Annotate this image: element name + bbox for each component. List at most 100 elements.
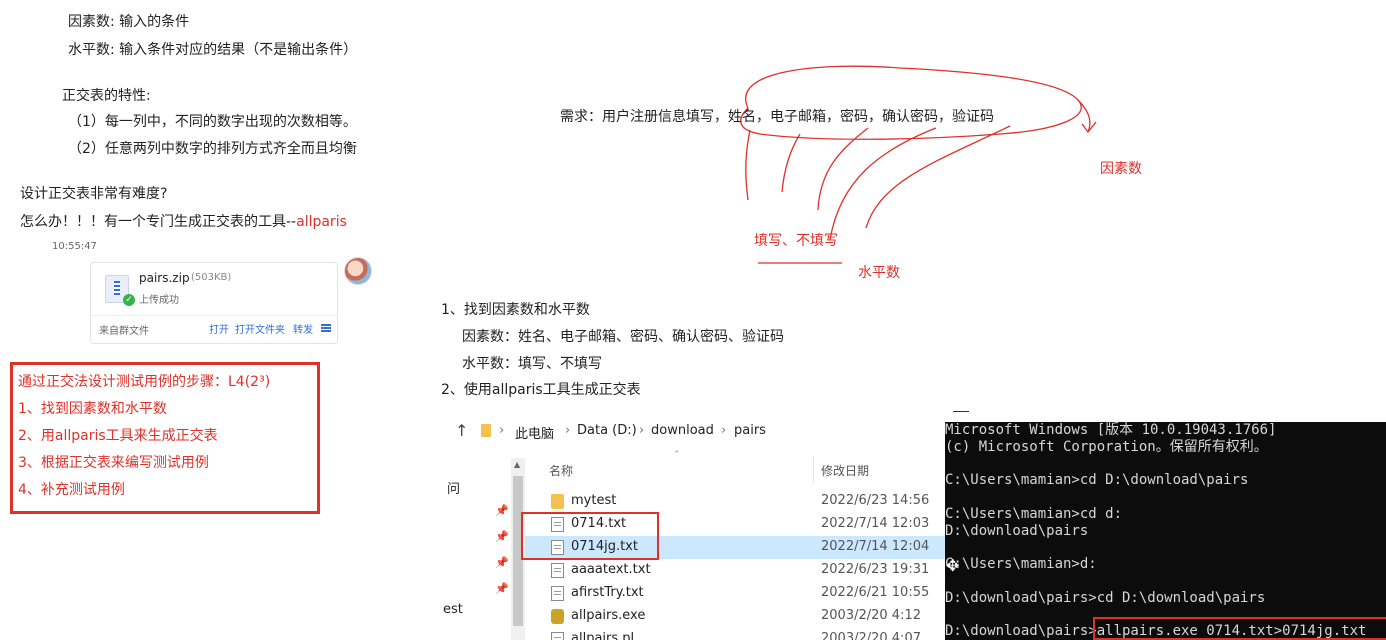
column-header-date[interactable]: 修改日期 [821,462,869,479]
step-item-3: 3、根据正交表来编写测试用例 [18,455,209,471]
terminal-window[interactable]: Microsoft Windows [版本 10.0.19043.1766] (… [945,422,1386,640]
folder-icon [481,424,491,437]
link-line-2 [781,133,801,193]
requirement-text: 需求：用户注册信息填写，姓名，电子邮箱，密码，确认密码，验证码 [560,109,994,125]
command-highlight-box [1093,617,1386,640]
nav-label-2[interactable]: est [443,602,463,617]
breadcrumb-pairs[interactable]: pairs [734,423,766,438]
step-item-2: 2、用allparis工具来生成正交表 [18,428,218,444]
terminal-line: D:\download\pairs [945,523,1089,539]
link-line-3 [817,127,869,211]
sort-caret-icon: ⌃ [673,450,681,460]
text-file-icon [551,632,564,640]
property-1: （1）每一列中，不同的数字出现的次数相等。 [68,114,357,130]
guide-levels: 水平数：填写、不填写 [462,356,602,372]
chevron-right-icon: › [639,423,645,438]
step-item-4: 4、补充测试用例 [18,482,125,498]
terminal-line: Microsoft Windows [版本 10.0.19043.1766] [945,422,1277,438]
folder-icon [551,494,564,509]
step-item-1: 1、找到因素数和水平数 [18,401,167,417]
open-link[interactable]: 打开 [209,321,229,336]
move-cursor-icon: ✥ [946,556,960,575]
terminal-line: C:\Users\mamian>cd D:\download\pairs [945,472,1249,488]
factor-line: 因素数: 输入的条件 [68,12,189,32]
highlight-box [521,512,659,560]
exe-file-icon [551,609,564,624]
file-date: 2022/6/23 19:31 [821,562,930,577]
avatar[interactable] [344,257,372,285]
text-file-icon [551,563,564,578]
chevron-right-icon: › [499,423,505,438]
tool-line: 怎么办！！！有一个专门生成正交表的工具--allparis [20,212,347,232]
terminal-line: C:\Users\mamian>d: [945,556,1097,572]
file-row[interactable]: aaaatext.txt 2022/6/23 19:31 [525,559,945,582]
tool-name: allparis [296,214,347,230]
file-row[interactable]: mytest 2022/6/23 14:56 [525,490,945,513]
breadcrumb-this-pc[interactable]: 此电脑 [515,423,554,442]
file-size: (503KB) [191,272,232,283]
level-label: 水平数: [68,42,115,58]
file-name: allpairs.exe [571,608,646,623]
file-row[interactable]: allpairs.pl 2003/2/20 4:07 [525,628,945,640]
pin-icon: 📌 [495,556,509,569]
chevron-right-icon: › [565,423,571,438]
breadcrumb-drive[interactable]: Data (D:) [577,423,637,438]
file-name: aaaatext.txt [571,562,651,577]
up-arrow-icon[interactable]: ↑ [455,421,468,440]
factor-value: 输入的条件 [119,14,190,30]
factor-label: 因素数: [68,14,115,30]
chat-timestamp: 10:55:47 [52,241,97,252]
column-separator [813,456,814,482]
pin-icon: 📌 [495,504,509,517]
text-file-icon [551,586,564,601]
level-tag: 水平数 [858,265,900,281]
file-source: 来自群文件 [99,326,149,337]
level-value: 输入条件对应的结果（不是输出条件） [119,42,358,58]
file-date: 2022/6/21 10:55 [821,585,930,600]
hard-question: 设计正交表非常有难度? [20,186,168,202]
file-explorer: ↑ › 此电脑 › Data (D:) › download › pairs 问… [443,412,945,640]
tool-line-prefix: 怎么办！！！有一个专门生成正交表的工具-- [20,214,297,230]
file-name: allpairs.pl [571,631,635,640]
level-line: 水平数: 输入条件对应的结果（不是输出条件） [68,40,357,60]
file-date: 2022/7/14 12:04 [821,539,930,554]
card-divider [91,315,337,316]
menu-icon[interactable] [321,324,331,332]
requirement-circle [740,65,1082,140]
column-header-name[interactable]: 名称 [549,462,573,479]
file-date: 2022/6/23 14:56 [821,493,930,508]
file-list: 名称 ⌃ 修改日期 mytest 2022/6/23 14:56 0714.tx… [521,450,945,640]
fill-tag: 填写、不填写 [754,233,838,249]
file-name: mytest [571,493,617,508]
scroll-up-icon[interactable]: ▲ [514,460,520,469]
pin-icon: 📌 [495,530,509,543]
file-date: 2003/2/20 4:12 [821,608,921,623]
link-line-5 [865,125,1011,229]
forward-link[interactable]: 转发 [293,321,313,336]
pin-icon: 📌 [495,582,509,595]
nav-label-1[interactable]: 问 [447,478,460,497]
props-title: 正交表的特性: [62,88,151,104]
property-2: （2）任意两列中数字的排列方式齐全而且均衡 [68,141,357,157]
check-icon: ✓ [123,294,135,306]
steps-title: 通过正交法设计测试用例的步骤：L4(2³) [18,374,271,390]
file-card[interactable]: ✓ pairs.zip (503KB) 上传成功 来自群文件 打开 打开文件夹 … [90,262,338,344]
file-row[interactable]: allpairs.exe 2003/2/20 4:12 [525,605,945,628]
guide-factors: 因素数：姓名、电子邮箱、密码、确认密码、验证码 [462,329,784,345]
nav-pane: 问 📌 📌 📌 📌 est [443,450,511,640]
link-line-1 [745,129,751,201]
file-date: 2022/7/14 12:03 [821,516,930,531]
file-name: afirstTry.txt [571,585,644,600]
chevron-right-icon: › [721,423,727,438]
annotation-drawing [740,65,1097,264]
terminal-minimize-icon[interactable] [953,411,969,412]
zip-stripe [114,281,120,295]
guide-step-1: 1、找到因素数和水平数 [441,302,590,318]
terminal-line: D:\download\pairs>cd D:\download\pairs [945,590,1266,606]
file-row[interactable]: afirstTry.txt 2022/6/21 10:55 [525,582,945,605]
open-folder-link[interactable]: 打开文件夹 [235,321,285,336]
breadcrumb-download[interactable]: download [651,423,714,438]
upload-status: 上传成功 [139,295,179,306]
terminal-line: (c) Microsoft Corporation。保留所有权利。 [945,439,1268,455]
link-line-4 [829,127,937,241]
